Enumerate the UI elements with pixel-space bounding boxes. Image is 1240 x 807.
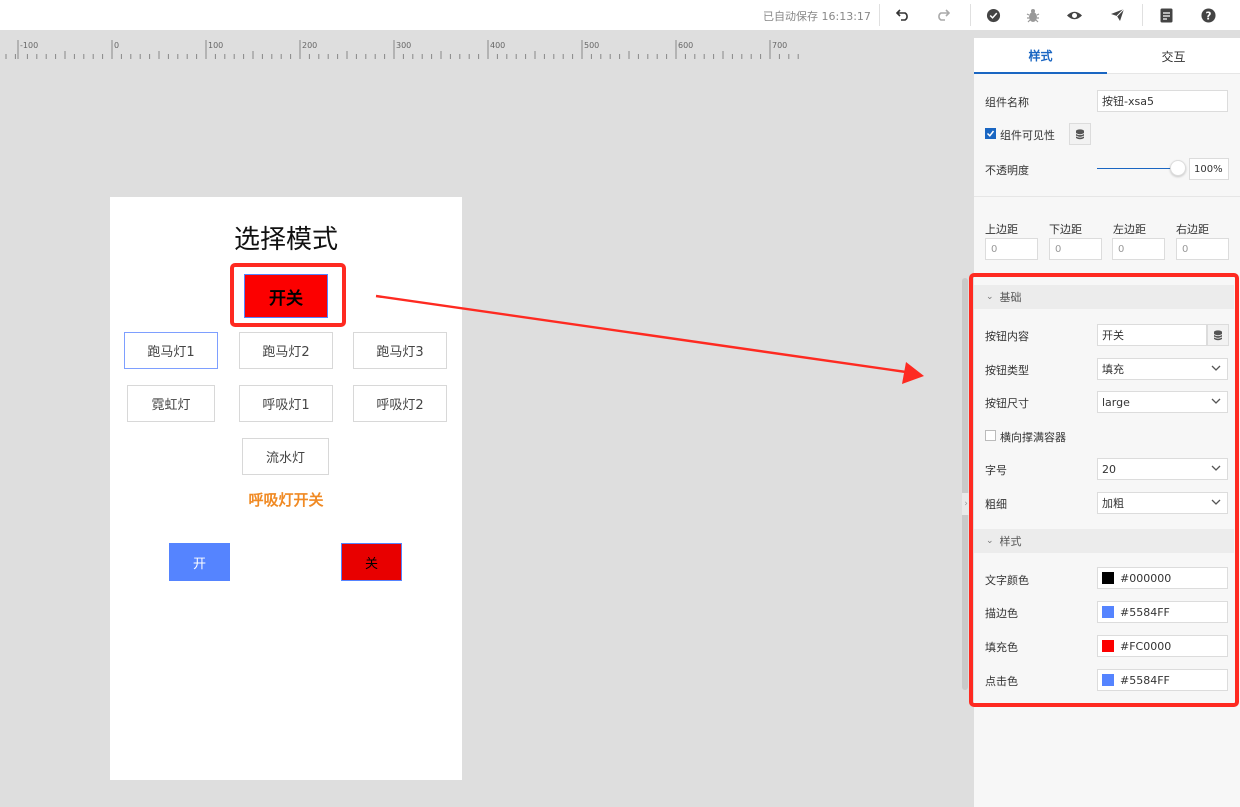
redo-icon[interactable]	[933, 5, 953, 25]
component-name-input[interactable]: 按钮-xsa5	[1097, 90, 1228, 112]
tab-interaction[interactable]: 交互	[1107, 38, 1240, 74]
opacity-slider-track[interactable]	[1097, 168, 1179, 169]
toolbar-divider	[879, 4, 880, 26]
visible-label: 组件可见性	[1000, 129, 1055, 142]
ruler-label: 600	[678, 41, 693, 50]
margin-right-label: 右边距	[1176, 223, 1209, 236]
panel-tabs: 样式 交互	[974, 38, 1240, 74]
off-button[interactable]: 关	[341, 543, 402, 581]
annotation-arrow	[375, 294, 924, 384]
breath-switch-label: 呼吸灯开关	[248, 491, 324, 509]
margin-left-label: 左边距	[1113, 223, 1146, 236]
phone-canvas: 选择模式 开关 跑马灯1 跑马灯2 跑马灯3 霓虹灯 呼吸灯1 呼吸灯2 流水灯…	[110, 197, 462, 780]
component-name-label: 组件名称	[985, 96, 1029, 109]
doc-icon[interactable]	[1156, 5, 1176, 25]
ruler-label: 100	[208, 41, 223, 50]
tab-style[interactable]: 样式	[974, 38, 1107, 74]
margin-top-label: 上边距	[985, 223, 1018, 236]
opacity-slider-thumb[interactable]	[1170, 160, 1186, 176]
opacity-input[interactable]: 100%	[1189, 158, 1229, 180]
mode-button[interactable]: 呼吸灯1	[239, 385, 333, 422]
margin-left-input[interactable]: 0	[1112, 238, 1165, 260]
mode-button[interactable]: 跑马灯1	[124, 332, 218, 369]
annotation-highlight-box	[969, 273, 1239, 707]
toolbar-divider	[1142, 4, 1143, 26]
check-icon[interactable]	[983, 5, 1003, 25]
ruler-label: 200	[302, 41, 317, 50]
preview-icon[interactable]	[1064, 5, 1084, 25]
svg-text:?: ?	[1205, 10, 1211, 22]
ruler-label: -100	[20, 41, 38, 50]
top-toolbar: 已自动保存 16:13:17 ?	[0, 0, 1240, 30]
canvas-scrollbar[interactable]	[962, 278, 968, 690]
database-icon[interactable]	[1069, 123, 1091, 145]
ruler-label: 700	[772, 41, 787, 50]
opacity-label: 不透明度	[985, 164, 1029, 177]
divider	[974, 196, 1240, 197]
toolbar-divider	[970, 4, 971, 26]
ruler-label: 400	[490, 41, 505, 50]
mode-button[interactable]: 霓虹灯	[127, 385, 215, 422]
on-button[interactable]: 开	[169, 543, 230, 581]
help-icon[interactable]: ?	[1198, 5, 1218, 25]
visible-checkbox[interactable]	[985, 128, 996, 139]
autosave-status: 已自动保存 16:13:17	[763, 10, 871, 23]
page-title: 选择模式	[233, 225, 338, 255]
mode-button[interactable]: 跑马灯2	[239, 332, 333, 369]
ruler-label: 300	[396, 41, 411, 50]
margin-right-input[interactable]: 0	[1176, 238, 1229, 260]
horizontal-ruler: -100 0 100 200 300 400 500 600 700	[5, 40, 799, 59]
margin-bottom-label: 下边距	[1049, 223, 1082, 236]
mode-button[interactable]: 呼吸灯2	[353, 385, 447, 422]
margin-bottom-input[interactable]: 0	[1049, 238, 1102, 260]
debug-icon[interactable]	[1023, 5, 1043, 25]
switch-button[interactable]: 开关	[244, 274, 328, 318]
ruler-label: 500	[584, 41, 599, 50]
ruler-label: 0	[114, 41, 119, 50]
mode-button[interactable]: 流水灯	[242, 438, 329, 475]
publish-icon[interactable]	[1107, 5, 1127, 25]
margin-top-input[interactable]: 0	[985, 238, 1038, 260]
undo-icon[interactable]	[893, 5, 913, 25]
